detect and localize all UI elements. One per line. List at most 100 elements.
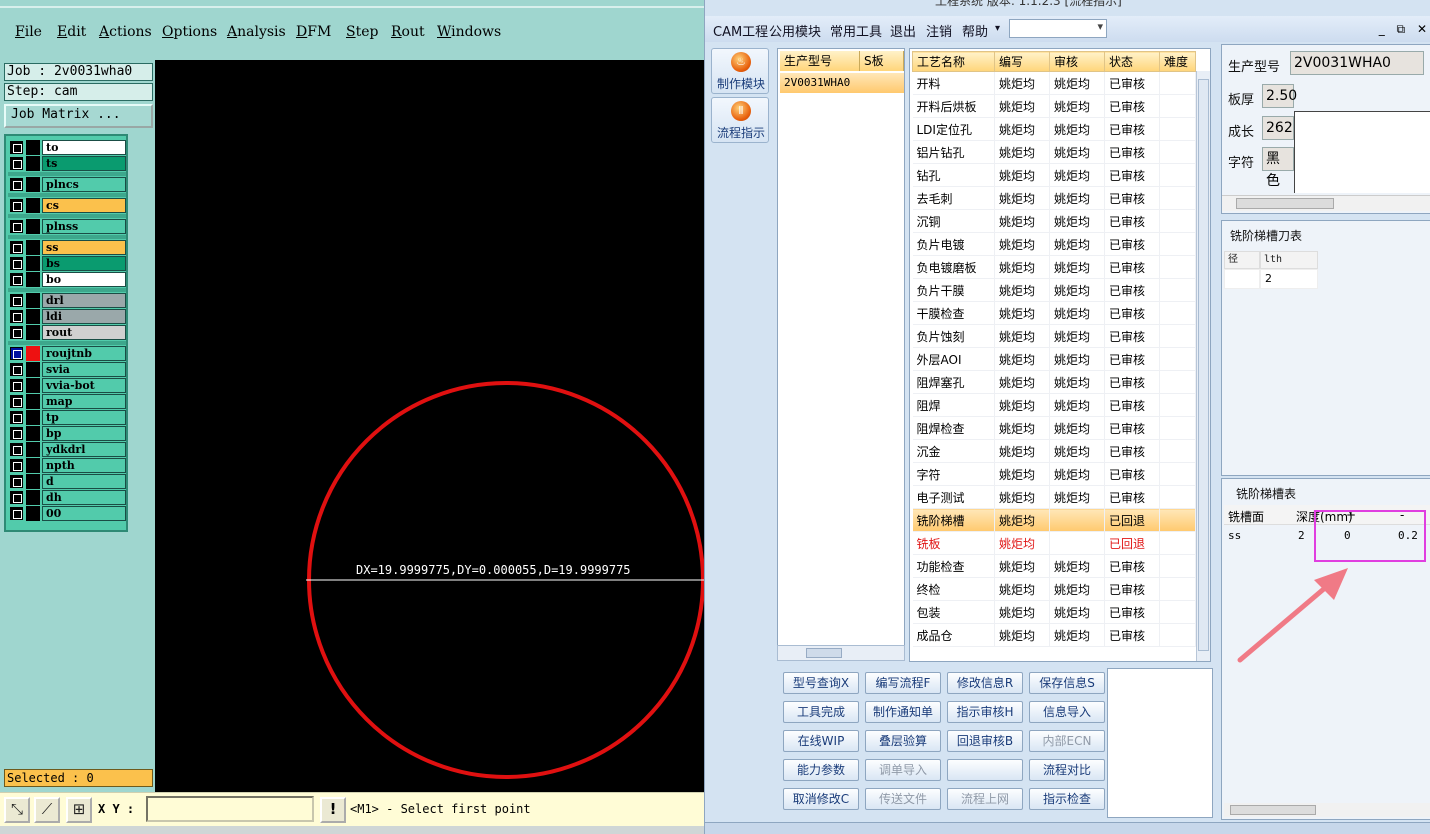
process-row[interactable]: 铣阶梯槽 姚炬均 已回退	[912, 508, 1196, 532]
layer-checkbox[interactable]	[10, 507, 23, 520]
layer-checkbox[interactable]	[10, 379, 23, 392]
menu-edit[interactable]: Edit	[57, 24, 86, 40]
make-module-button[interactable]: ♨ 制作模块	[711, 48, 769, 94]
process-guide-button[interactable]: Ⅱ 流程指示	[711, 97, 769, 143]
process-row[interactable]: 阻焊塞孔 姚炬均 姚炬均 已审核	[912, 370, 1196, 394]
notes-box[interactable]	[1107, 668, 1213, 818]
layer-row[interactable]: cs	[8, 198, 126, 213]
menu-step[interactable]: Step	[346, 24, 378, 40]
action-button[interactable]: 传送文件	[865, 788, 941, 810]
col-header-status[interactable]: 状态	[1104, 51, 1160, 72]
action-button[interactable]: 回退审核B	[947, 730, 1023, 752]
layer-checkbox[interactable]	[10, 294, 23, 307]
process-vscroll[interactable]	[1196, 71, 1210, 661]
layer-row[interactable]: rout	[8, 325, 126, 340]
layer-row[interactable]: bo	[8, 272, 126, 287]
help-dropdown-icon[interactable]: ▾	[995, 23, 1000, 34]
action-button[interactable]: 内部ECN	[1029, 730, 1105, 752]
menu-help[interactable]: 帮助	[962, 21, 988, 40]
action-button[interactable]: 修改信息R	[947, 672, 1023, 694]
model-list-hscroll[interactable]	[777, 645, 905, 661]
action-button[interactable]: 叠层验算	[865, 730, 941, 752]
layer-checkbox[interactable]	[10, 491, 23, 504]
job-matrix-button[interactable]: Job Matrix ...	[4, 104, 153, 128]
process-row[interactable]: 负电镀磨板 姚炬均 姚炬均 已审核	[912, 255, 1196, 279]
layer-row[interactable]: ts	[8, 156, 126, 171]
menu-options[interactable]: Options	[162, 24, 217, 40]
action-button[interactable]: 指示检查	[1029, 788, 1105, 810]
scroll-thumb[interactable]	[1198, 79, 1209, 651]
action-button[interactable]: 流程上网	[947, 788, 1023, 810]
layer-row[interactable]: plncs	[8, 177, 126, 192]
cutter-cell[interactable]: 2	[1260, 269, 1318, 289]
menu-rout[interactable]: Rout	[391, 24, 425, 40]
close-icon[interactable]: ✕	[1417, 22, 1427, 36]
scroll-thumb[interactable]	[1236, 198, 1334, 209]
model-row-selected[interactable]: 2V0031WHA0	[780, 73, 904, 93]
action-button[interactable]: 流程对比	[1029, 759, 1105, 781]
process-row[interactable]: 沉铜 姚炬均 姚炬均 已审核	[912, 209, 1196, 233]
zoom-window-icon[interactable]: ⤡	[4, 797, 30, 823]
process-row[interactable]: 外层AOI 姚炬均 姚炬均 已审核	[912, 347, 1196, 371]
layer-checkbox[interactable]	[10, 363, 23, 376]
process-row[interactable]: 负片电镀 姚炬均 姚炬均 已审核	[912, 232, 1196, 256]
cutter-cell[interactable]	[1224, 269, 1260, 289]
layer-checkbox[interactable]	[10, 157, 23, 170]
col-header-process[interactable]: 工艺名称	[912, 51, 995, 72]
menu-file[interactable]: File	[15, 24, 42, 40]
layer-checkbox[interactable]	[10, 178, 23, 191]
layer-checkbox[interactable]	[10, 347, 23, 360]
scroll-thumb[interactable]	[806, 648, 842, 658]
action-button[interactable]: 保存信息S	[1029, 672, 1105, 694]
layer-row[interactable]: npth	[8, 458, 126, 473]
process-row[interactable]: 功能检查 姚炬均 姚炬均 已审核	[912, 554, 1196, 578]
slot-hscroll[interactable]	[1224, 803, 1430, 817]
process-row[interactable]: LDI定位孔 姚炬均 姚炬均 已审核	[912, 117, 1196, 141]
layer-row[interactable]: 00	[8, 506, 126, 521]
process-row[interactable]: 铣板 姚炬均 已回退	[912, 531, 1196, 555]
layer-checkbox[interactable]	[10, 273, 23, 286]
col-header-difficulty[interactable]: 难度	[1159, 51, 1196, 72]
layer-row-active[interactable]: roujtnb	[8, 346, 126, 361]
menu-exit[interactable]: 退出	[890, 21, 916, 40]
layer-row[interactable]: ss	[8, 240, 126, 255]
layer-row[interactable]: plnss	[8, 219, 126, 234]
menu-actions[interactable]: Actions	[99, 24, 152, 40]
action-button[interactable]: 调单导入	[865, 759, 941, 781]
layer-row[interactable]: svia	[8, 362, 126, 377]
process-row[interactable]: 包装 姚炬均 姚炬均 已审核	[912, 600, 1196, 624]
menu-logout[interactable]: 注销	[926, 21, 952, 40]
layer-checkbox[interactable]	[10, 220, 23, 233]
layer-checkbox[interactable]	[10, 459, 23, 472]
layer-row[interactable]: bs	[8, 256, 126, 271]
layer-checkbox[interactable]	[10, 326, 23, 339]
col-header-diameter[interactable]: 径(mm)	[1224, 251, 1260, 281]
process-row[interactable]: 阻焊检查 姚炬均 姚炬均 已审核	[912, 416, 1196, 440]
process-row[interactable]: 铝片钻孔 姚炬均 姚炬均 已审核	[912, 140, 1196, 164]
layer-checkbox[interactable]	[10, 443, 23, 456]
action-button[interactable]: 在线WIP	[783, 730, 859, 752]
col-header-reviewer[interactable]: 审核	[1049, 51, 1105, 72]
layer-checkbox[interactable]	[10, 310, 23, 323]
snap-grid-icon[interactable]: ⊞	[66, 797, 92, 823]
action-button[interactable]	[947, 759, 1023, 781]
info-hscroll[interactable]	[1222, 195, 1430, 211]
minimize-icon[interactable]: _	[1379, 22, 1385, 36]
process-row[interactable]: 钻孔 姚炬均 姚炬均 已审核	[912, 163, 1196, 187]
layer-row[interactable]: d	[8, 474, 126, 489]
process-row[interactable]: 阻焊 姚炬均 姚炬均 已审核	[912, 393, 1196, 417]
action-button[interactable]: 编写流程F	[865, 672, 941, 694]
warning-icon[interactable]: !	[320, 797, 346, 823]
col-header-s-board[interactable]: S板	[860, 51, 904, 71]
process-row[interactable]: 字符 姚炬均 姚炬均 已审核	[912, 462, 1196, 486]
graphic-canvas[interactable]: DX=19.9999775,DY=0.000055,D=19.9999775	[155, 60, 704, 793]
layer-row[interactable]: drl	[8, 293, 126, 308]
action-button[interactable]: 制作通知单	[865, 701, 941, 723]
scroll-thumb[interactable]	[1230, 805, 1316, 815]
restore-icon[interactable]: ⧉	[1397, 22, 1406, 36]
process-row[interactable]: 去毛刺 姚炬均 姚炬均 已审核	[912, 186, 1196, 210]
layer-checkbox[interactable]	[10, 199, 23, 212]
layer-row[interactable]: ldi	[8, 309, 126, 324]
layer-checkbox[interactable]	[10, 475, 23, 488]
layer-checkbox[interactable]	[10, 427, 23, 440]
